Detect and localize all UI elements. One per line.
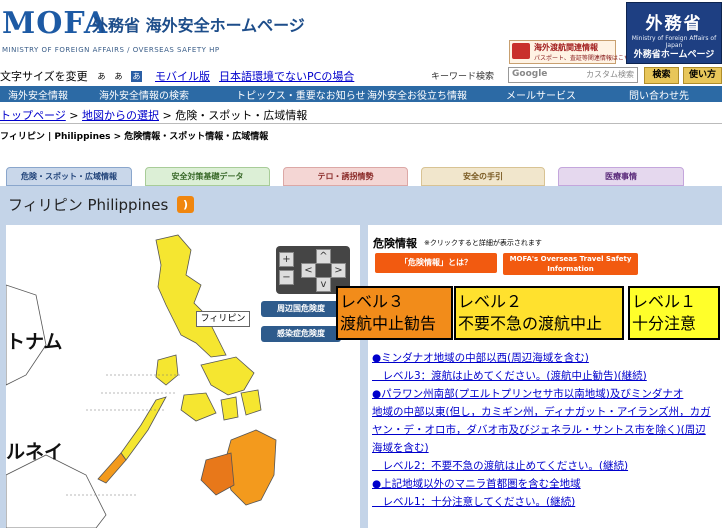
mofa-hp-label: 外務省ホームページ xyxy=(633,50,715,60)
nav-overseas-safety-info[interactable]: 海外安全情報 xyxy=(8,87,68,102)
map-label-vietnam: トナム xyxy=(6,331,63,353)
search-input[interactable]: Google カスタム検索 xyxy=(508,67,638,83)
mofa-title: 外務省 xyxy=(645,14,703,34)
breadcrumb: トップページ > 地図からの選択 > 危険・スポット・広域情報 xyxy=(0,107,722,123)
breadcrumb-sep: > xyxy=(159,109,176,122)
nav-useful-info[interactable]: 海外安全お役立ち情報 xyxy=(367,87,467,102)
non-japanese-env-link[interactable]: 日本語環境でないPCの場合 xyxy=(219,68,354,84)
level2-legend: レベル２ 不要不急の渡航中止 xyxy=(454,286,624,340)
rss-icon[interactable]: ) xyxy=(177,196,194,213)
notice-subtitle: パスポート、査証等関連情報はこちら xyxy=(534,55,636,62)
mofa-homepage-banner[interactable]: 外務省 Ministry of Foreign Affairs of Japan… xyxy=(626,2,722,64)
nav-safety-search[interactable]: 海外安全情報の検索 xyxy=(99,87,189,102)
otsh-line2: Information xyxy=(547,265,594,273)
pan-right-button[interactable]: > xyxy=(331,263,346,278)
site-logo[interactable]: MOFA 外務省 海外安全ホームページ MINISTRY OF FOREIGN … xyxy=(2,2,312,54)
infection-danger-button[interactable]: 感染症危険度 xyxy=(261,326,341,342)
danger-detail-list: ●ミンダナオ地域の中部以西(周辺海域を含む) レベル3：渡航は止めてください。(… xyxy=(372,349,718,511)
divider xyxy=(0,123,722,124)
detail-line[interactable]: レベル1：十分注意してください。(継続) xyxy=(372,493,718,511)
neighbor-danger-button[interactable]: 周辺国危険度 xyxy=(261,301,341,317)
pan-left-button[interactable]: < xyxy=(301,263,316,278)
tab-safety-basics[interactable]: 安全対策基礎データ xyxy=(145,167,270,186)
detail-line[interactable]: レベル3：渡航は止めてください。(渡航中止勧告)(継続) xyxy=(372,367,718,385)
breadcrumb-sep: > xyxy=(65,109,82,122)
map-label-philippines: フィリピン xyxy=(196,311,250,327)
logo-subtitle: MINISTRY OF FOREIGN AFFAIRS / OVERSEAS S… xyxy=(2,46,220,54)
level3-title: レベル３ xyxy=(340,292,405,311)
level3-legend: レベル３ 渡航中止勧告 xyxy=(336,286,453,340)
font-size-medium-button[interactable]: あ xyxy=(113,71,124,82)
danger-info-title: 危険情報 xyxy=(373,237,417,250)
logo-jp-title: 外務省 海外安全ホームページ xyxy=(92,16,305,35)
overseas-travel-safety-button[interactable]: MOFA's Overseas Travel Safety Informatio… xyxy=(503,253,638,275)
keyword-search-label: キーワード検索 xyxy=(431,72,495,82)
tab-danger-spot-info[interactable]: 危険・スポット・広域情報 xyxy=(6,167,132,186)
search-button[interactable]: 検索 xyxy=(644,67,679,84)
breadcrumb-top[interactable]: トップページ xyxy=(0,109,66,122)
level2-title: レベル２ xyxy=(458,292,523,311)
utility-bar: 文字サイズを変更 あ あ あ モバイル版 日本語環境でないPCの場合 キーワード… xyxy=(0,64,722,86)
nav-contact[interactable]: 問い合わせ先 xyxy=(629,87,689,102)
otsh-line1: MOFA's Overseas Travel Safety xyxy=(509,255,632,263)
passport-icon xyxy=(512,43,530,59)
how-to-use-button[interactable]: 使い方 xyxy=(683,67,722,84)
pan-down-button[interactable]: v xyxy=(316,277,331,292)
site-header: MOFA 外務省 海外安全ホームページ MINISTRY OF FOREIGN … xyxy=(0,0,722,64)
zoom-out-button[interactable]: − xyxy=(279,270,294,285)
pan-up-button[interactable]: ^ xyxy=(316,249,331,264)
font-size-label: 文字サイズを変更 xyxy=(0,70,88,83)
font-size-large-button[interactable]: あ xyxy=(131,71,142,82)
detail-line[interactable]: ●ミンダナオ地域の中部以西(周辺海域を含む) xyxy=(372,349,718,367)
level1-legend: レベル１ 十分注意 xyxy=(628,286,720,340)
detail-line[interactable]: 地域の中部以東(但し，カミギン州，ディナガット・アイランズ州，カガ xyxy=(372,403,718,421)
custom-search-placeholder: カスタム検索 xyxy=(586,70,634,79)
mobile-version-link[interactable]: モバイル版 xyxy=(155,68,210,84)
what-is-danger-info-button[interactable]: 「危険情報」とは？ xyxy=(375,253,497,273)
level2-desc: 不要不急の渡航中止 xyxy=(458,314,603,333)
danger-info-panel: 危険情報 ※クリックすると詳細が表示されます 「危険情報」とは？ MOFA's … xyxy=(336,225,722,528)
breadcrumb-current: 危険・スポット・広域情報 xyxy=(175,109,308,122)
tab-safety-guide[interactable]: 安全の手引 xyxy=(421,167,545,186)
detail-line[interactable]: レベル2：不要不急の渡航は止めてください。(継続) xyxy=(372,457,718,475)
location-path: フィリピン | Philippines > 危険情報・スポット情報・広域情報 xyxy=(0,132,269,142)
breadcrumb-map-select[interactable]: 地図からの選択 xyxy=(82,109,159,122)
detail-line[interactable]: ●上記地域以外のマニラ首都圏を含む全地域 xyxy=(372,475,718,493)
main-nav: 海外安全情報 海外安全情報の検索 トピックス・重要なお知らせ 海外安全お役立ち情… xyxy=(0,86,722,102)
detail-line[interactable]: 海域を含む) xyxy=(372,439,718,457)
danger-info-note: ※クリックすると詳細が表示されます xyxy=(424,239,542,247)
map-label-brunei: ルネイ xyxy=(6,441,64,463)
nav-topics[interactable]: トピックス・重要なお知らせ xyxy=(236,87,366,102)
notice-title: 海外渡航関連情報 xyxy=(534,43,598,52)
google-placeholder: Google xyxy=(512,69,548,79)
detail-line[interactable]: ヤン・デ・オロ市，ダバオ市及びジェネラル・サントス市を除く)(周辺 xyxy=(372,421,718,439)
philippines-map[interactable]: + − ^ < > v フィリピン トナム ルネイ 周辺国危険度 感染症危険度 xyxy=(6,225,360,528)
tab-terror-kidnap[interactable]: テロ・誘拐情勢 xyxy=(283,167,408,186)
country-title: フィリピン Philippines xyxy=(8,196,169,214)
level3-desc: 渡航中止勧告 xyxy=(340,314,437,333)
level1-desc: 十分注意 xyxy=(632,314,697,333)
nav-mail-service[interactable]: メールサービス xyxy=(506,87,576,102)
tab-medical[interactable]: 医療事情 xyxy=(558,167,684,186)
level1-title: レベル１ xyxy=(632,292,697,311)
travel-notice-banner[interactable]: 海外渡航関連情報 パスポート、査証等関連情報はこちら xyxy=(509,40,636,64)
zoom-in-button[interactable]: + xyxy=(279,252,294,267)
font-size-small-button[interactable]: あ xyxy=(96,71,107,82)
detail-line[interactable]: ●パラワン州南部(プエルトプリンセサ市以南地域)及びミンダナオ xyxy=(372,385,718,403)
